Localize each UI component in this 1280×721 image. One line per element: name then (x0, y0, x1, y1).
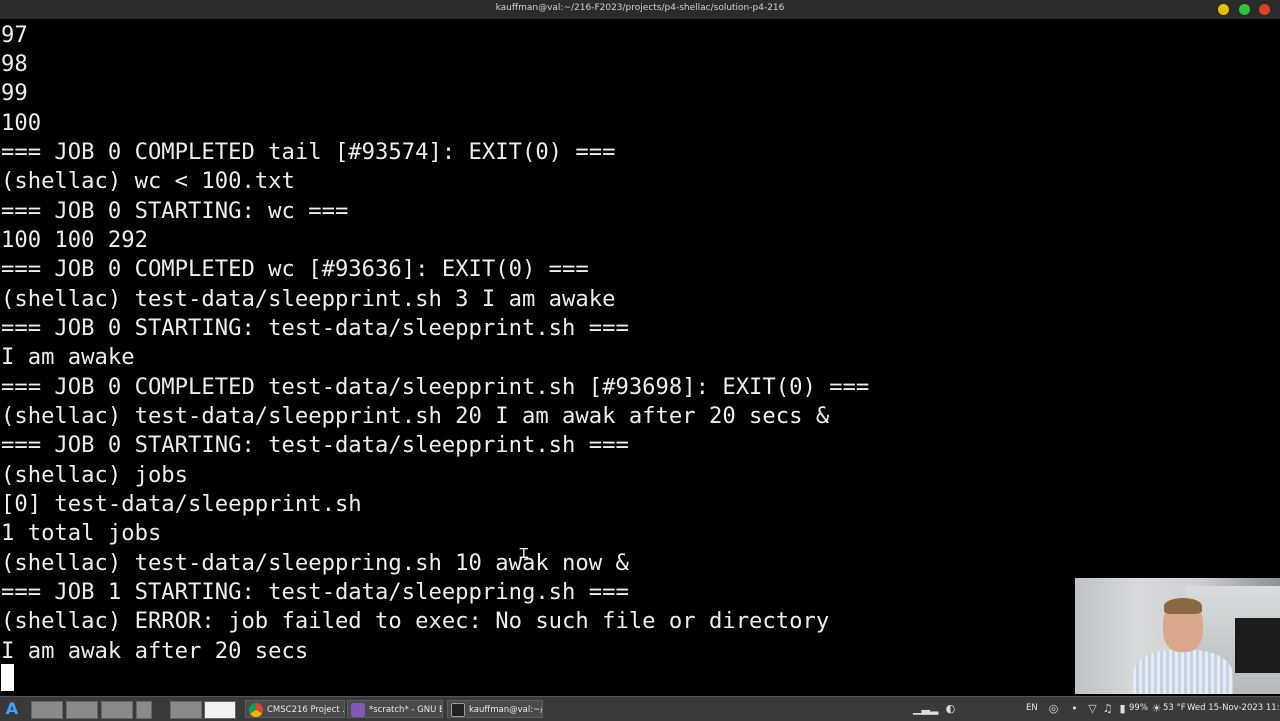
maximize-button[interactable] (1239, 4, 1250, 15)
bluetooth-icon[interactable]: • (1068, 702, 1081, 715)
terminal-line: 99 (1, 80, 28, 106)
close-button[interactable] (1259, 4, 1270, 15)
workspace-2[interactable] (66, 701, 98, 719)
terminal-line: (shellac) test-data/sleepprint.sh 3 I am… (1, 286, 616, 312)
task-emacs[interactable]: *scratch* - GNU E... (347, 700, 443, 718)
terminal-line: 1 total jobs (1, 520, 162, 546)
terminal-line: [0] test-data/sleepprint.sh (1, 491, 362, 517)
presenter-body (1133, 650, 1233, 694)
terminal-line: (shellac) ERROR: job failed to exec: No … (1, 608, 830, 634)
terminal-line: (shellac) test-data/sleepprint.sh 20 I a… (1, 403, 830, 429)
terminal-line: (shellac) jobs (1, 462, 189, 488)
battery-level: 99% (1129, 703, 1148, 713)
workspace-5[interactable] (170, 701, 202, 719)
task-label: kauffman@val:~/... (469, 705, 543, 715)
terminal-line: I am awake (1, 344, 135, 370)
music-icon[interactable]: ♫ (1101, 702, 1114, 715)
terminal-line: === JOB 1 STARTING: test-data/sleeppring… (1, 579, 629, 605)
terminal-line: 100 (1, 110, 42, 136)
workspace-6[interactable] (204, 701, 236, 719)
workspace-1[interactable] (31, 701, 63, 719)
battery-icon[interactable]: ▮ (1116, 702, 1129, 715)
terminal-line: === JOB 0 COMPLETED tail [#93574]: EXIT(… (1, 139, 616, 165)
terminal-line: 97 (1, 22, 28, 48)
window-title: kauffman@val:~/216-F2023/projects/p4-she… (495, 3, 785, 13)
task-chrome[interactable]: CMSC216 Project ... (245, 700, 345, 718)
terminal-line: 98 (1, 51, 28, 77)
mouse-ibeam-icon: ⌶ (519, 543, 529, 562)
start-menu-icon[interactable]: A (3, 700, 21, 718)
weather-temp: 53 °F (1163, 703, 1186, 713)
weather-icon: ☀ (1151, 702, 1162, 715)
emacs-icon (351, 703, 365, 717)
chrome-icon (249, 703, 263, 717)
window-titlebar: kauffman@val:~/216-F2023/projects/p4-she… (0, 0, 1280, 20)
clock[interactable]: Wed 15-Nov-2023 11:13 (1187, 703, 1280, 713)
wifi-icon[interactable]: ▽ (1086, 702, 1099, 715)
terminal-line: === JOB 0 STARTING: test-data/sleepprint… (1, 432, 629, 458)
workspace-3[interactable] (101, 701, 133, 719)
task-label: CMSC216 Project ... (267, 705, 345, 715)
terminal-line: === JOB 0 STARTING: test-data/sleepprint… (1, 315, 629, 341)
terminal-cursor (1, 664, 14, 691)
terminal-icon (451, 703, 465, 717)
taskbar: A CMSC216 Project ... *scratch* - GNU E.… (0, 696, 1280, 721)
language-indicator[interactable]: EN (1026, 703, 1038, 713)
presenter-hair (1164, 598, 1202, 614)
system-monitor-icon[interactable]: ▁▃▂ (913, 702, 938, 715)
task-terminal[interactable]: kauffman@val:~/... (447, 700, 543, 718)
workspace-4[interactable] (136, 701, 152, 719)
terminal-line: (shellac) wc < 100.txt (1, 168, 295, 194)
terminal-line: 100 100 292 (1, 227, 148, 253)
task-label: *scratch* - GNU E... (369, 705, 442, 715)
webcam-monitor (1235, 618, 1280, 673)
terminal-line: (shellac) test-data/sleeppring.sh 10 awa… (1, 550, 629, 576)
terminal-line: === JOB 0 COMPLETED test-data/sleepprint… (1, 374, 870, 400)
app-tray-icon[interactable]: ◐ (944, 702, 957, 715)
terminal-line: I am awak after 20 secs (1, 638, 309, 664)
tray-status-icon[interactable]: ◎ (1047, 702, 1060, 715)
webcam-overlay (1075, 578, 1280, 694)
terminal-line: === JOB 0 STARTING: wc === (1, 198, 349, 224)
terminal-line: === JOB 0 COMPLETED wc [#93636]: EXIT(0)… (1, 256, 589, 282)
minimize-button[interactable] (1218, 4, 1229, 15)
